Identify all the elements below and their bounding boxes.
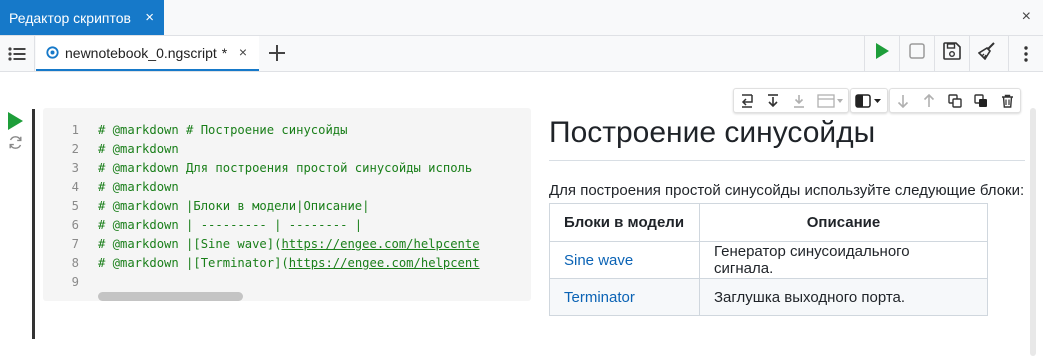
stop-button[interactable]: [899, 36, 934, 71]
vertical-scrollbar[interactable]: [1030, 108, 1036, 356]
cell-toolbar-theme: [850, 88, 888, 113]
cell-type-icon[interactable]: [812, 89, 848, 112]
code-line: 1 # @markdown # Построение синусойды: [71, 123, 348, 137]
play-icon: [875, 43, 889, 64]
block-link-terminator[interactable]: Terminator: [564, 289, 635, 306]
code-line: 6 # @markdown | --------- | -------- |: [71, 218, 363, 232]
blocks-table: Блоки в модели Описание Sine wave Генера…: [549, 203, 988, 316]
delete-icon[interactable]: [994, 89, 1020, 112]
code-url[interactable]: https://engee.com/helpcent: [289, 256, 480, 270]
stop-icon: [909, 43, 925, 64]
editor-title: Редактор скриптов: [9, 9, 131, 26]
run-cell-button[interactable]: [6, 112, 24, 130]
code-editor[interactable]: 1 # @markdown # Построение синусойды 2 # @…: [43, 108, 531, 301]
table-row: Terminator Заглушка выходного порта.: [549, 278, 988, 316]
autorun-cycle-icon[interactable]: [8, 135, 23, 150]
list-icon[interactable]: [0, 36, 35, 71]
cell-selection-bar: [32, 109, 35, 339]
tab-newnotebook[interactable]: newnotebook_0.ngscript * ×: [36, 36, 259, 71]
cell-toolbar-right: [889, 88, 1021, 113]
table-header: Блоки в модели: [549, 203, 700, 242]
window-close-icon[interactable]: ×: [1022, 8, 1031, 26]
copy-icon[interactable]: [942, 89, 968, 112]
save-icon: [943, 42, 961, 65]
broom-icon: [977, 42, 996, 65]
code-line: 8 # @markdown |[Terminator](https://engee…: [71, 256, 480, 270]
output-heading: Построение синусойды: [549, 112, 1025, 161]
code-url[interactable]: https://engee.com/helpcente: [281, 237, 479, 251]
play-icon: [8, 112, 23, 130]
table-cell: Генератор синусоидального сигнала.: [699, 241, 988, 279]
copy-output-icon[interactable]: [968, 89, 994, 112]
unsaved-indicator: *: [221, 44, 228, 61]
table-header-row: Блоки в модели Описание: [549, 203, 988, 242]
arrow-down-icon[interactable]: [890, 89, 916, 112]
markdown-output: Построение синусойды Для построения прос…: [549, 112, 1025, 316]
download-icon[interactable]: [786, 89, 812, 112]
move-down-to-icon[interactable]: [760, 89, 786, 112]
table-header: Описание: [699, 203, 988, 242]
block-link-sine-wave[interactable]: Sine wave: [564, 252, 633, 269]
code-line: 7 # @markdown |[Sine wave](https://engee.…: [71, 237, 480, 251]
notebook-file-icon: [46, 46, 59, 59]
code-line: 9: [71, 275, 79, 289]
plus-icon[interactable]: [265, 41, 289, 65]
more-vertical-icon[interactable]: [1008, 36, 1043, 71]
close-icon[interactable]: ×: [145, 9, 154, 26]
title-bar: Редактор скриптов × ×: [0, 0, 1043, 36]
tab-bar: newnotebook_0.ngscript * ×: [0, 36, 1043, 72]
tab-close-icon[interactable]: ×: [239, 44, 247, 60]
horizontal-scrollbar[interactable]: [98, 292, 243, 301]
code-line: 2 # @markdown: [71, 142, 179, 156]
arrow-up-icon[interactable]: [916, 89, 942, 112]
run-all-button[interactable]: [864, 36, 899, 71]
clear-outputs-button[interactable]: [969, 36, 1004, 71]
save-button[interactable]: [934, 36, 969, 71]
tab-label: newnotebook_0.ngscript: [65, 44, 217, 61]
insert-below-icon[interactable]: [734, 89, 760, 112]
code-line: 3 # @markdown Для построения простой сину…: [71, 161, 473, 175]
table-row: Sine wave Генератор синусоидального сигн…: [549, 241, 988, 279]
code-line: 4 # @markdown: [71, 180, 179, 194]
table-cell: Заглушка выходного порта.: [699, 278, 988, 316]
cell-toolbar-left: [733, 88, 849, 113]
output-paragraph: Для построения простой синусойды использ…: [549, 182, 1025, 199]
editor-title-tab[interactable]: Редактор скриптов ×: [0, 0, 164, 35]
code-line: 5 # @markdown |Блоки в модели|Описание|: [71, 199, 370, 213]
theme-toggle-icon[interactable]: [851, 89, 887, 112]
